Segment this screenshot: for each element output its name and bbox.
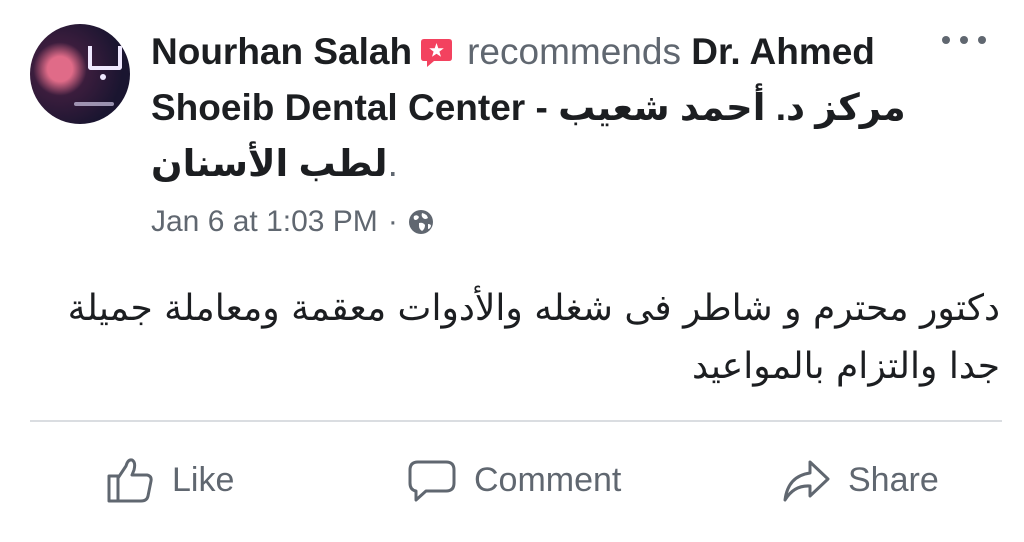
like-icon [107, 458, 153, 503]
like-button[interactable]: Like [104, 440, 234, 520]
meta-separator: · [387, 205, 398, 238]
page-suffix: . [387, 143, 398, 184]
like-label: Like [172, 460, 235, 499]
more-dot-icon [942, 36, 950, 44]
share-button[interactable]: Share [780, 440, 939, 520]
post-timestamp[interactable]: Jan 6 at 1:03 PM [151, 205, 378, 239]
author-avatar[interactable] [30, 24, 130, 124]
more-options-button[interactable] [942, 30, 986, 50]
action-bar: Like Comment Share [0, 440, 1024, 520]
globe-icon[interactable] [406, 207, 436, 237]
avatar-logo-dot [100, 74, 106, 80]
recommends-verb: recommends [467, 31, 681, 72]
post-meta: Jan 6 at 1:03 PM · [151, 200, 436, 244]
share-label: Share [848, 460, 939, 499]
actions-divider [30, 420, 1002, 422]
post-body: دكتور محترم و شاطر فى شغله والأدوات معقم… [67, 288, 1000, 387]
comment-button[interactable]: Comment [406, 440, 621, 520]
more-dot-icon [978, 36, 986, 44]
comment-icon [408, 460, 456, 502]
author-name[interactable]: Nourhan Salah [151, 31, 412, 72]
comment-label: Comment [474, 460, 622, 499]
avatar-logo-text [74, 102, 114, 106]
share-icon [783, 460, 830, 502]
post-headline: Nourhan Salah recommends Dr. Ahmed Shoei… [151, 24, 931, 192]
avatar-logo-mark [88, 46, 122, 70]
post-card: Nourhan Salah recommends Dr. Ahmed Shoei… [0, 0, 1024, 542]
more-dot-icon [960, 36, 968, 44]
recommend-icon [420, 38, 453, 67]
